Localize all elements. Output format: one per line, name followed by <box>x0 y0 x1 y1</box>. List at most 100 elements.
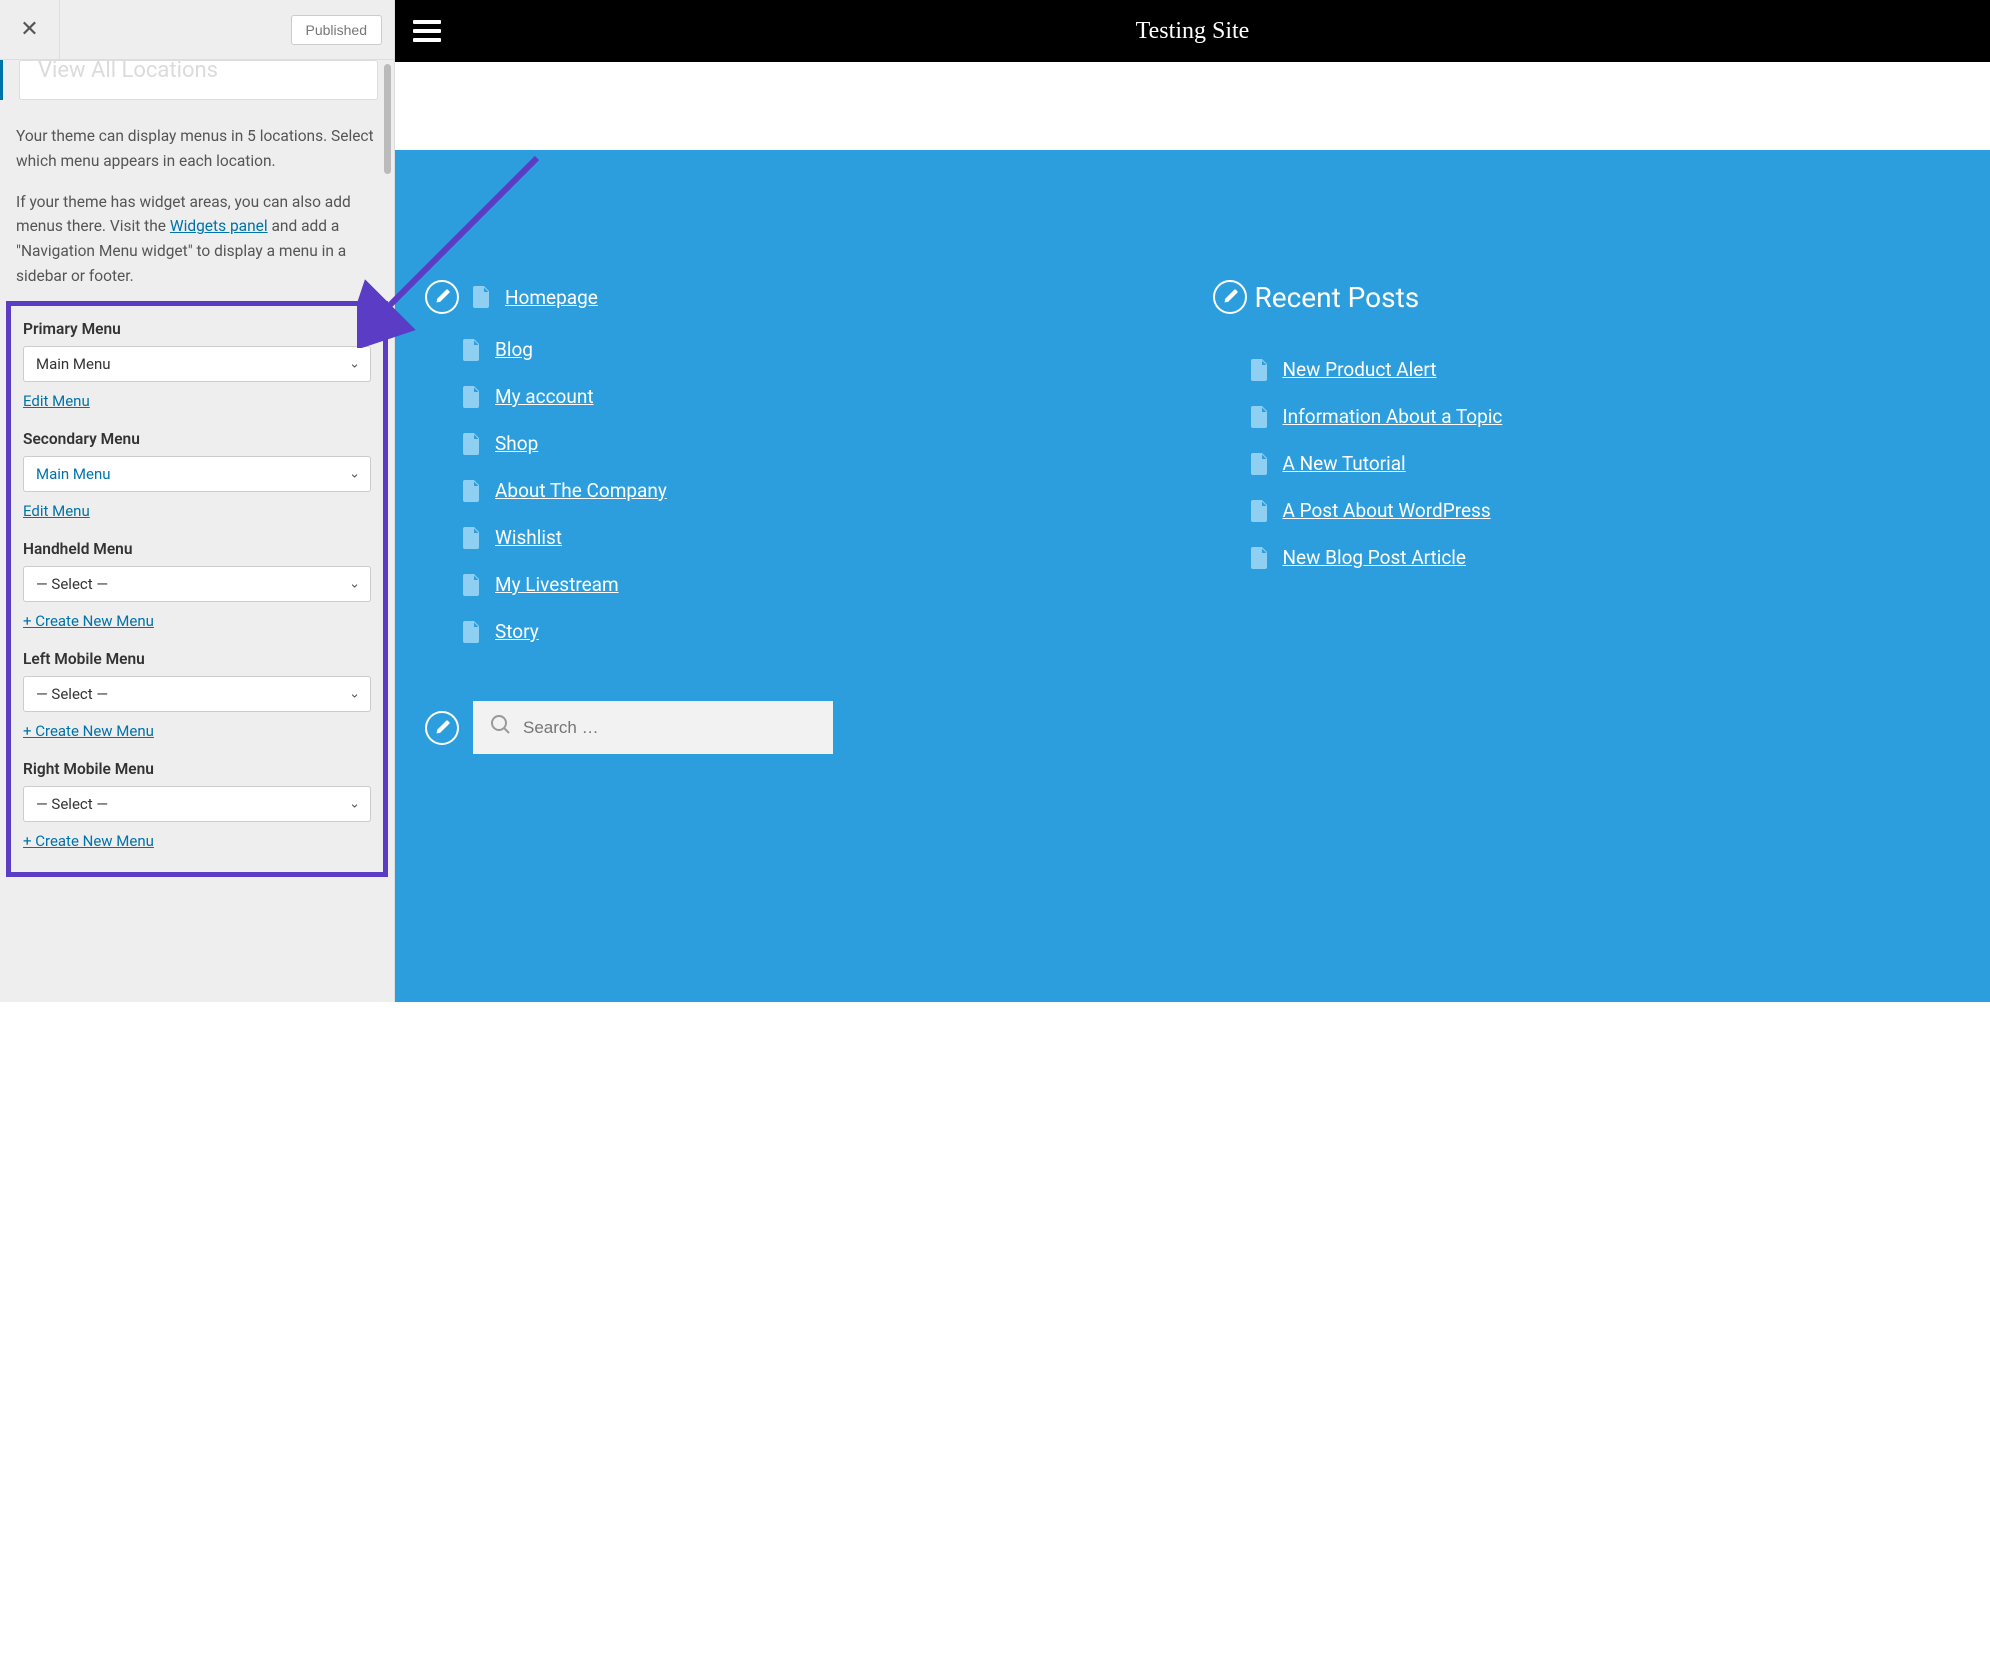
menu-location-label: Right Mobile Menu <box>23 760 371 778</box>
chevron-down-icon: ⌄ <box>349 796 360 811</box>
footer-nav-list: Homepage Blog My account Shop About The Comp… <box>425 280 1173 643</box>
menu-location-value: Main Menu <box>36 465 111 483</box>
chevron-down-icon: ⌄ <box>349 576 360 591</box>
nav-link[interactable]: Homepage <box>505 286 598 309</box>
document-icon <box>1251 406 1269 428</box>
nav-link[interactable]: My account <box>495 385 594 408</box>
menu-location-value: — Select — <box>36 575 108 593</box>
menu-location-action-link[interactable]: + Create New Menu <box>23 612 154 630</box>
recent-posts-column: Recent Posts New Product Alert Informatio… <box>1213 280 1961 754</box>
recent-post-link[interactable]: A Post About WordPress <box>1283 499 1491 522</box>
recent-post-link[interactable]: New Blog Post Article <box>1283 546 1467 569</box>
widgets-description: If your theme has widget areas, you can … <box>0 182 394 297</box>
pencil-icon <box>1222 289 1238 305</box>
menu-location-select[interactable]: Main Menu ⌄ <box>23 346 371 382</box>
menu-location-action-link[interactable]: + Create New Menu <box>23 722 154 740</box>
recent-post-link[interactable]: A New Tutorial <box>1283 452 1406 475</box>
document-icon <box>463 480 481 502</box>
close-icon: ✕ <box>20 17 38 42</box>
view-all-locations-row[interactable]: View All Locations <box>19 60 378 100</box>
nav-link-item: Shop <box>425 432 1173 455</box>
nav-link[interactable]: About The Company <box>495 479 667 502</box>
document-icon <box>463 386 481 408</box>
document-icon <box>1251 547 1269 569</box>
published-button[interactable]: Published <box>291 15 383 45</box>
search-box[interactable] <box>473 701 833 754</box>
menu-location-group: Right Mobile Menu — Select — ⌄ + Create … <box>15 754 379 864</box>
preview-pane: Testing Site Homepage Blog My account Shop A… <box>395 0 1990 1002</box>
view-all-locations-label: View All Locations <box>38 60 218 83</box>
edit-shortcut-nav[interactable] <box>425 280 459 314</box>
recent-post-item: New Product Alert <box>1213 358 1961 381</box>
menu-locations-highlight: Primary Menu Main Menu ⌄ Edit Menu Secon… <box>6 301 388 877</box>
chevron-down-icon: ⌄ <box>349 356 360 371</box>
nav-link-item: Homepage <box>425 280 1173 314</box>
widgets-panel-link[interactable]: Widgets panel <box>170 217 268 235</box>
menu-location-label: Left Mobile Menu <box>23 650 371 668</box>
menu-location-value: — Select — <box>36 685 108 703</box>
menu-location-action-link[interactable]: + Create New Menu <box>23 832 154 850</box>
menu-location-value: Main Menu <box>36 355 111 373</box>
nav-link-item: Blog <box>425 338 1173 361</box>
nav-link[interactable]: Wishlist <box>495 526 562 549</box>
search-icon <box>491 715 511 740</box>
search-row <box>425 701 1173 754</box>
edit-shortcut-search[interactable] <box>425 711 459 745</box>
recent-posts-list: New Product Alert Information About a Top… <box>1213 358 1961 569</box>
menu-location-label: Handheld Menu <box>23 540 371 558</box>
document-icon <box>1251 359 1269 381</box>
menu-location-group: Primary Menu Main Menu ⌄ Edit Menu <box>15 314 379 424</box>
document-icon <box>463 621 481 643</box>
document-icon <box>1251 500 1269 522</box>
document-icon <box>463 527 481 549</box>
sidebar-scroll-area[interactable]: View All Locations Your theme can displa… <box>0 60 394 1002</box>
recent-post-item: New Blog Post Article <box>1213 546 1961 569</box>
nav-link-item: My account <box>425 385 1173 408</box>
menu-location-label: Secondary Menu <box>23 430 371 448</box>
menu-location-select[interactable]: — Select — ⌄ <box>23 676 371 712</box>
recent-post-link[interactable]: New Product Alert <box>1283 358 1437 381</box>
document-icon <box>463 339 481 361</box>
footer-area: Homepage Blog My account Shop About The Comp… <box>395 150 1990 1002</box>
document-icon <box>1251 453 1269 475</box>
document-icon <box>463 574 481 596</box>
site-title: Testing Site <box>413 18 1972 45</box>
menu-location-select[interactable]: — Select — ⌄ <box>23 566 371 602</box>
menu-location-group: Secondary Menu Main Menu ⌄ Edit Menu <box>15 424 379 534</box>
chevron-down-icon: ⌄ <box>349 686 360 701</box>
customizer-sidebar: ✕ Published View All Locations Your them… <box>0 0 395 1002</box>
menu-location-select[interactable]: Main Menu ⌄ <box>23 456 371 492</box>
nav-link[interactable]: My Livestream <box>495 573 619 596</box>
nav-link[interactable]: Blog <box>495 338 533 361</box>
menu-locations-description: Your theme can display menus in 5 locati… <box>0 116 394 182</box>
nav-link[interactable]: Story <box>495 620 539 643</box>
menu-location-action-link[interactable]: Edit Menu <box>23 392 90 410</box>
recent-post-item: A New Tutorial <box>1213 452 1961 475</box>
scrollbar[interactable] <box>384 64 391 174</box>
header-gap <box>395 62 1990 150</box>
search-input[interactable] <box>523 718 815 738</box>
recent-post-item: Information About a Topic <box>1213 405 1961 428</box>
menu-location-action-link[interactable]: Edit Menu <box>23 502 90 520</box>
recent-post-item: A Post About WordPress <box>1213 499 1961 522</box>
pencil-icon <box>434 720 450 736</box>
chevron-down-icon: ⌄ <box>349 466 360 481</box>
edit-shortcut-recent-posts[interactable] <box>1213 280 1247 314</box>
customizer-top-bar: ✕ Published <box>0 0 394 60</box>
nav-link-item: Wishlist <box>425 526 1173 549</box>
recent-posts-heading: Recent Posts <box>1255 281 1420 314</box>
nav-link-item: My Livestream <box>425 573 1173 596</box>
document-icon <box>463 433 481 455</box>
menu-location-label: Primary Menu <box>23 320 371 338</box>
pencil-icon <box>434 289 450 305</box>
footer-nav-column: Homepage Blog My account Shop About The Comp… <box>425 280 1173 754</box>
document-icon <box>473 286 491 308</box>
nav-link-item: About The Company <box>425 479 1173 502</box>
nav-link[interactable]: Shop <box>495 432 538 455</box>
menu-location-group: Left Mobile Menu — Select — ⌄ + Create N… <box>15 644 379 754</box>
menu-location-select[interactable]: — Select — ⌄ <box>23 786 371 822</box>
close-button[interactable]: ✕ <box>0 0 60 60</box>
recent-post-link[interactable]: Information About a Topic <box>1283 405 1503 428</box>
nav-link-item: Story <box>425 620 1173 643</box>
site-header: Testing Site <box>395 0 1990 62</box>
